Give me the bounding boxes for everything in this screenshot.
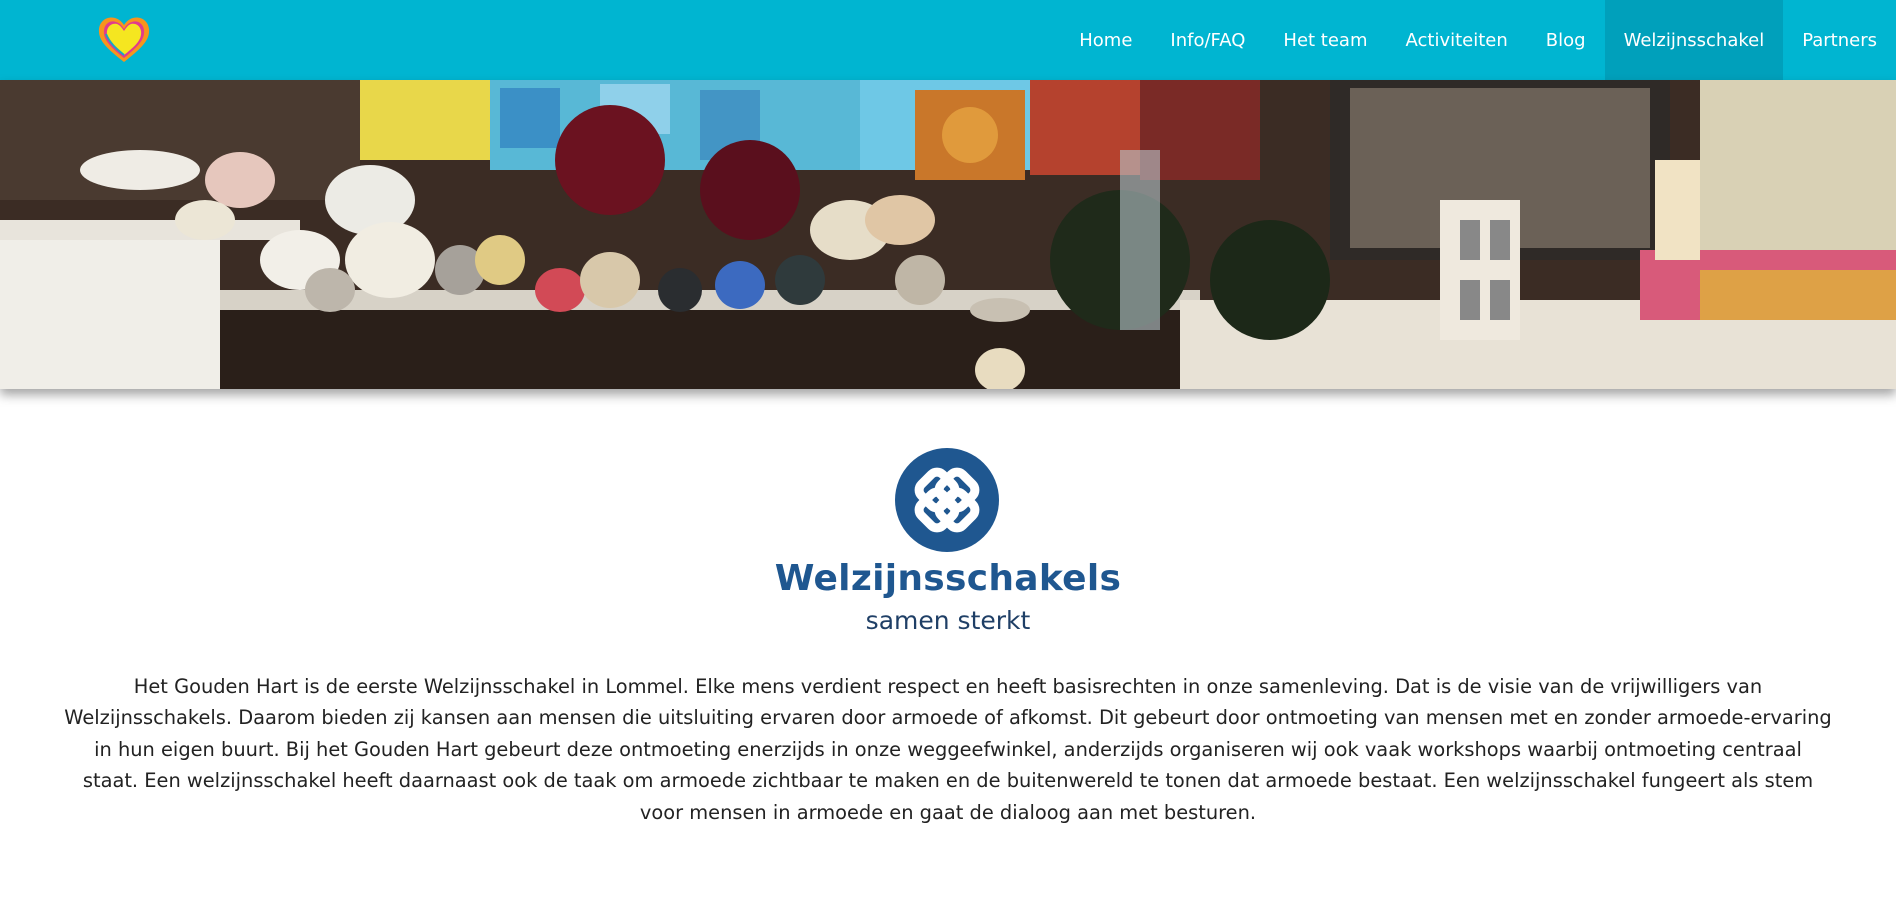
brand-tagline: samen sterkt: [865, 606, 1031, 635]
main-nav: Home Info/FAQ Het team Activiteiten Blog…: [1060, 0, 1896, 80]
top-navbar: Home Info/FAQ Het team Activiteiten Blog…: [0, 0, 1896, 80]
nav-het-team[interactable]: Het team: [1264, 0, 1386, 80]
welzijnsschakels-logo: Welzijnsschakels samen sterkt: [770, 446, 1126, 646]
nav-home[interactable]: Home: [1060, 0, 1151, 80]
nav-activiteiten[interactable]: Activiteiten: [1387, 0, 1527, 80]
nav-partners[interactable]: Partners: [1783, 0, 1896, 80]
nav-welzijnsschakel[interactable]: Welzijnsschakel: [1604, 0, 1784, 80]
heart-logo-icon[interactable]: [96, 14, 152, 66]
nav-info-faq[interactable]: Info/FAQ: [1151, 0, 1264, 80]
nav-blog[interactable]: Blog: [1527, 0, 1605, 80]
brand-name: Welzijnsschakels: [774, 558, 1122, 599]
knot-link-icon: [895, 448, 999, 552]
hero-banner-image: [0, 80, 1896, 389]
intro-paragraph: Het Gouden Hart is de eerste Welzijnssch…: [64, 675, 1832, 824]
